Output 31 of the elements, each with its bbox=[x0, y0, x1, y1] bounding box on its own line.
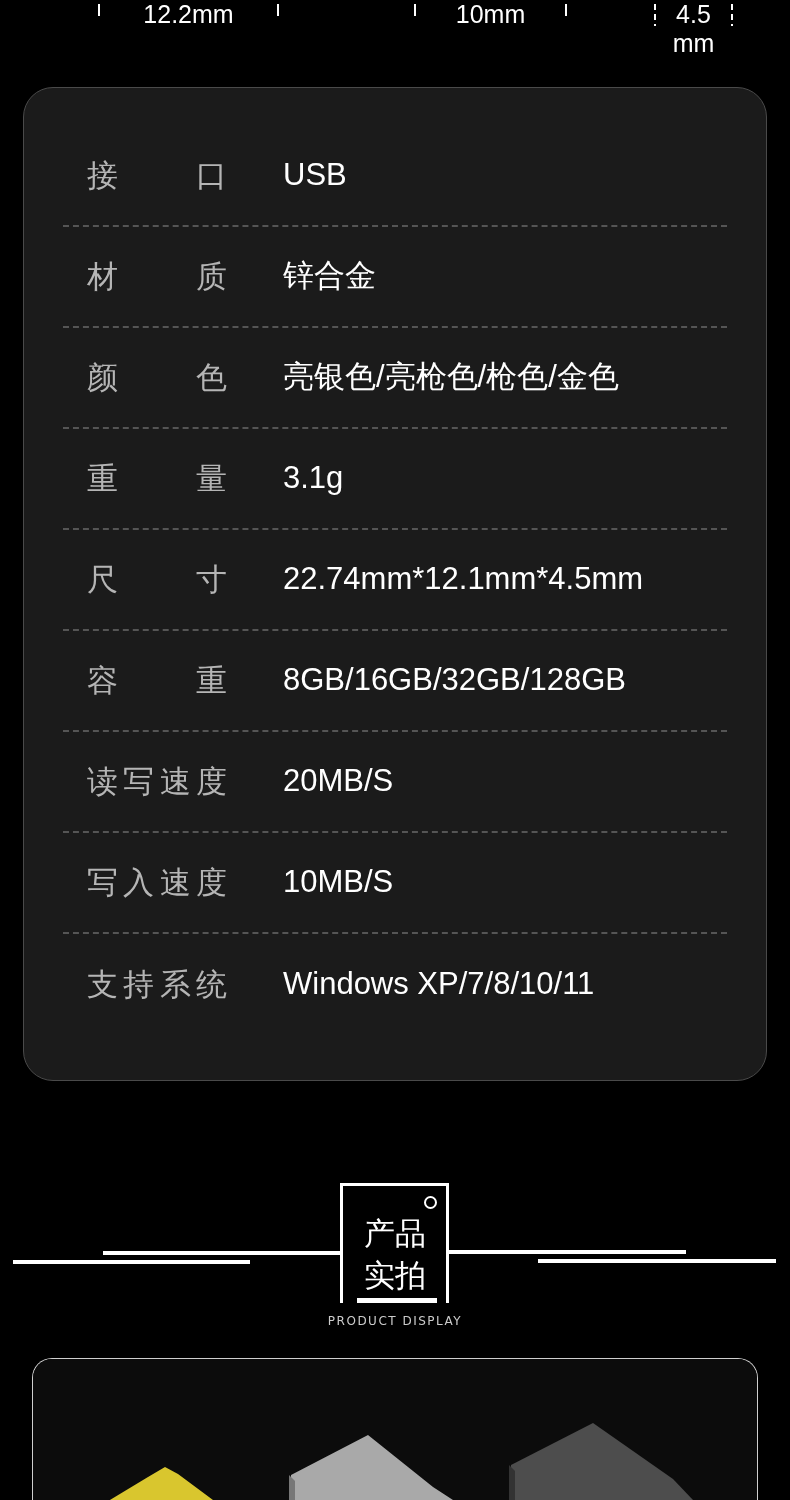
spec-label: 重量 bbox=[87, 459, 227, 499]
spec-value: Windows XP/7/8/10/11 bbox=[283, 965, 595, 1004]
section-subtitle: PRODUCT DISPLAY bbox=[326, 1313, 464, 1330]
dimension-tick bbox=[414, 4, 416, 16]
dimension-label: 12.2mm bbox=[143, 0, 234, 29]
spec-label: 颜色 bbox=[87, 358, 227, 398]
spec-label: 容重 bbox=[87, 661, 227, 701]
spec-value: 10MB/S bbox=[283, 863, 394, 902]
spec-label: 尺寸 bbox=[87, 560, 227, 600]
circle-icon bbox=[424, 1196, 437, 1209]
section-title: 产品 bbox=[363, 1214, 426, 1253]
section-title: 实拍 bbox=[363, 1256, 426, 1295]
dimension-label: 4.5 mm bbox=[671, 0, 716, 58]
spec-value: 锌合金 bbox=[283, 257, 376, 296]
spec-label: 读写速度 bbox=[87, 762, 227, 802]
dimension-tick bbox=[654, 4, 656, 26]
spec-value: USB bbox=[283, 156, 347, 195]
spec-value: 20MB/S bbox=[283, 762, 394, 801]
spec-label: 写入速度 bbox=[87, 863, 227, 903]
dimension-tick bbox=[277, 4, 279, 16]
spec-value: 3.1g bbox=[283, 459, 344, 498]
spec-value: 22.74mm*12.1mm*4.5mm bbox=[283, 560, 644, 599]
spec-value: 8GB/16GB/32GB/128GB bbox=[283, 661, 626, 700]
spec-label: 支持系统 bbox=[87, 965, 227, 1005]
spec-label: 接口 bbox=[87, 156, 227, 196]
spec-value: 亮银色/亮枪色/枪色/金色 bbox=[283, 358, 619, 397]
spec-label: 材质 bbox=[87, 257, 227, 297]
dimension-tick bbox=[98, 4, 100, 16]
dimension-tick bbox=[731, 4, 733, 26]
dimension-tick bbox=[565, 4, 567, 16]
dimension-label: 10mm bbox=[455, 0, 526, 29]
